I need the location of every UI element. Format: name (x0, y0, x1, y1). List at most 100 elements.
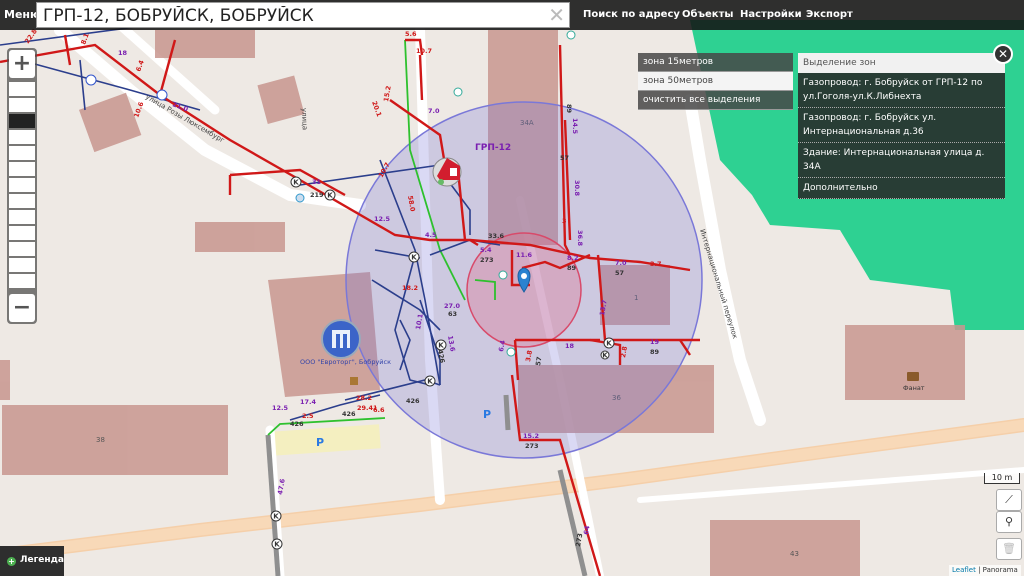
svg-text:273: 273 (525, 442, 539, 450)
svg-text:57: 57 (560, 154, 569, 162)
svg-text:38: 38 (96, 436, 105, 444)
zoom-level[interactable] (9, 162, 35, 176)
search-box: ✕ (36, 2, 570, 28)
nav-export[interactable]: Экспорт (806, 9, 853, 20)
zoom-level[interactable] (9, 82, 35, 96)
svg-text:426: 426 (290, 420, 304, 428)
legend-label: Легенда (20, 555, 64, 565)
legend-button[interactable]: + Легенда (0, 546, 64, 576)
leaflet-link[interactable]: Leaflet (952, 566, 976, 574)
zone-info-panel: Выделение зон Газопровод: г. Бобруйск от… (798, 53, 1005, 199)
svg-text:K: K (293, 179, 299, 187)
zoom-level-current[interactable] (9, 114, 35, 128)
svg-text:K: K (274, 541, 280, 549)
svg-text:33.6: 33.6 (488, 232, 505, 240)
svg-text:89: 89 (650, 348, 660, 356)
svg-text:K: K (327, 192, 333, 200)
svg-text:63: 63 (448, 310, 457, 318)
svg-text:11.6: 11.6 (516, 251, 533, 259)
plus-icon: + (7, 557, 16, 566)
scale-bar: 10 m (984, 473, 1020, 484)
panorama-link[interactable]: Panorama (983, 566, 1018, 574)
svg-text:4.5: 4.5 (425, 231, 437, 239)
svg-text:219: 219 (310, 191, 324, 199)
svg-text:43: 43 (790, 550, 799, 558)
svg-text:89: 89 (567, 264, 577, 272)
search-input[interactable] (41, 4, 545, 28)
svg-text:7.0: 7.0 (615, 259, 627, 267)
svg-text:3: 3 (562, 217, 567, 225)
street-label-ulitsa: улица (300, 108, 309, 131)
svg-text:2.5: 2.5 (302, 412, 314, 420)
locate-icon[interactable]: ⚲ (996, 511, 1022, 533)
zoom-in-icon[interactable]: + (9, 50, 35, 78)
zone-15m-item[interactable]: зона 15метров (638, 53, 793, 72)
info-item-additional[interactable]: Дополнительно (798, 178, 1005, 199)
zoom-out-icon[interactable]: − (9, 294, 35, 322)
svg-text:K: K (273, 513, 279, 521)
zoom-level[interactable] (9, 210, 35, 224)
info-item-building-34a[interactable]: Здание: Интернациональная улица д. 34А (798, 143, 1005, 178)
svg-text:3.7: 3.7 (650, 260, 662, 268)
svg-text:10.7: 10.7 (416, 47, 432, 55)
svg-text:18.2: 18.2 (402, 284, 418, 292)
svg-text:273: 273 (480, 256, 494, 264)
svg-text:36.8: 36.8 (576, 230, 584, 247)
company-marker-icon[interactable] (321, 319, 361, 359)
measure-icon[interactable]: ⟋ (996, 489, 1022, 511)
zoom-level[interactable] (9, 146, 35, 160)
zoom-level[interactable] (9, 130, 35, 144)
grp-12-station[interactable] (432, 157, 462, 187)
zoom-bar: + − (7, 48, 37, 324)
nav-objects[interactable]: Объекты (682, 9, 733, 20)
close-panel-icon[interactable]: ✕ (993, 44, 1013, 64)
info-item-pipeline-grp12[interactable]: Газопровод: г. Бобруйск от ГРП-12 по ул.… (798, 73, 1005, 108)
company-label: ООО "Евроторг", Бобруйск (300, 358, 391, 366)
zoom-level[interactable] (9, 178, 35, 192)
svg-text:K: K (602, 352, 608, 360)
svg-text:K: K (606, 340, 612, 348)
zoom-level[interactable] (9, 242, 35, 256)
svg-text:57: 57 (534, 356, 543, 366)
grp-label: ГРП-12 (475, 143, 511, 153)
svg-text:57: 57 (615, 269, 624, 277)
svg-text:15.2: 15.2 (523, 432, 539, 440)
svg-text:18: 18 (565, 342, 575, 350)
zoom-level[interactable] (9, 98, 35, 112)
zoom-level[interactable] (9, 226, 35, 240)
svg-text:19: 19 (650, 338, 660, 346)
svg-text:7.0: 7.0 (428, 107, 440, 115)
svg-text:17.4: 17.4 (300, 398, 317, 406)
top-bar: Меню ✕ Поиск по адресу Объекты Настройки… (0, 0, 1024, 30)
zone-50m-item[interactable]: зона 50метров (638, 72, 793, 91)
svg-text:27.0: 27.0 (444, 302, 461, 310)
nav-address-search[interactable]: Поиск по адресу (583, 9, 680, 20)
parking-label-2: P (316, 436, 324, 449)
zoom-level[interactable] (9, 258, 35, 272)
trash-icon[interactable]: 🗑 (996, 538, 1022, 560)
svg-text:14.5: 14.5 (571, 118, 579, 135)
svg-text:5.4: 5.4 (480, 246, 492, 254)
svg-text:426: 426 (342, 410, 356, 418)
clear-selection-item[interactable]: очистить все выделения (638, 91, 793, 110)
svg-text:426: 426 (406, 397, 420, 405)
svg-text:89: 89 (565, 104, 573, 114)
svg-text:12.5: 12.5 (272, 404, 289, 412)
parking-label-1: P (483, 408, 491, 421)
svg-text:12.5: 12.5 (374, 215, 391, 223)
svg-text:K: K (427, 378, 433, 386)
zoom-level[interactable] (9, 194, 35, 208)
shop-icon (350, 377, 358, 385)
panel-title: Выделение зон (798, 53, 1005, 73)
info-item-pipeline-intl36[interactable]: Газопровод: г. Бобруйск ул. Интернациона… (798, 108, 1005, 143)
svg-text:31: 31 (312, 178, 322, 186)
svg-text:5.6: 5.6 (405, 30, 417, 38)
svg-text:6.6: 6.6 (373, 406, 385, 414)
nav-settings[interactable]: Настройки (740, 9, 802, 20)
zoom-level[interactable] (9, 274, 35, 288)
fanat-cafe-icon[interactable] (907, 372, 919, 381)
close-icon[interactable]: ✕ (548, 4, 565, 26)
svg-text:28.2: 28.2 (356, 394, 372, 402)
svg-text:18: 18 (118, 49, 128, 57)
svg-text:30.8: 30.8 (573, 180, 581, 197)
